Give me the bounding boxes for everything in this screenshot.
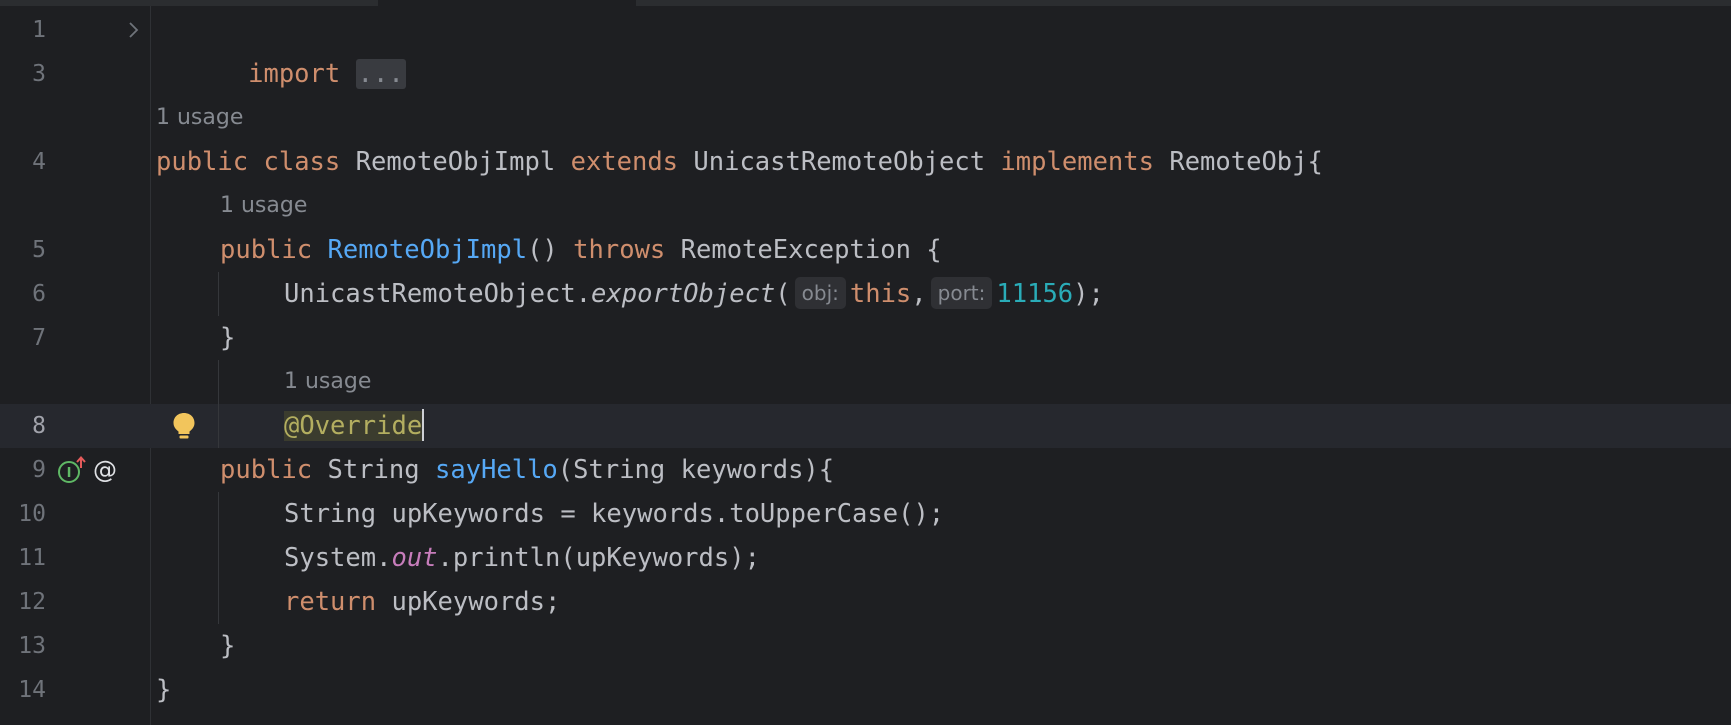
closing-brace: } [220,631,236,661]
param-hint-port: port: [930,277,993,309]
close-paren: ); [1073,279,1104,309]
code-line-13[interactable]: 13 } [0,624,1731,668]
line-number: 3 [32,61,46,87]
method-params: (String keywords){ [557,455,835,485]
line-number: 5 [32,237,46,263]
return-value: upKeywords; [376,587,561,617]
line-number: 10 [18,501,46,527]
keyword-implements: implements [1000,147,1154,177]
line-number: 14 [18,677,46,703]
indent-guide [218,360,219,448]
static-method: exportObject [591,279,776,309]
chevron-right-icon[interactable] [128,21,140,39]
method-name: sayHello [434,455,558,485]
code-line-8[interactable]: 8 @Override [0,404,1731,448]
code-line-7[interactable]: 7 } [0,316,1731,360]
closing-brace: } [220,323,236,353]
closing-brace: } [156,675,172,705]
editor-tab-strip [0,0,1731,6]
port-number: 11156 [996,279,1074,309]
keyword-public: public [156,147,249,177]
code-text: String upKeywords = keywords.toUpperCase… [284,499,945,529]
code-line-6[interactable]: 6 UnicastRemoteObject.exportObject(obj: t… [0,272,1731,316]
active-tab-indicator[interactable] [378,0,636,6]
usage-hint-method[interactable]: 1 usage [284,360,371,404]
constructor-name: RemoteObjImpl [327,235,528,265]
parent-class: UnicastRemoteObject [693,147,986,177]
line-number: 8 [32,413,46,439]
line-number: 6 [32,281,46,307]
indent-guide [218,492,219,624]
code-editor[interactable]: 1 import ... 3 1 usage 4 public class Re… [0,0,1731,725]
keyword-public: public [220,235,313,265]
system-class: System. [284,543,392,573]
code-line-1[interactable]: 1 import ... [0,8,1731,89]
text-caret [422,409,425,441]
line-number: 13 [18,633,46,659]
code-line-3[interactable]: 3 [0,52,1731,96]
usage-hint-row: 1 usage [0,96,1731,140]
svg-text:@: @ [93,456,117,484]
comma: , [911,279,927,309]
line-number: 12 [18,589,46,615]
usage-hint-row: 1 usage [0,360,1731,404]
annotation-icon[interactable]: @ [91,456,119,484]
code-line-9[interactable]: 9 I @ public String sayHello(String keyw… [0,448,1731,492]
class-name: RemoteObjImpl [355,147,556,177]
param-hint-obj: obj: [794,277,846,309]
override-annotation: @Override [284,411,423,441]
line-number: 7 [32,325,46,351]
lightbulb-icon[interactable] [171,411,197,441]
interface-name: RemoteObj{ [1169,147,1323,177]
code-line-12[interactable]: 12 return upKeywords; [0,580,1731,624]
code-line-14[interactable]: 14 } [0,668,1731,712]
keyword-throws: throws [573,235,666,265]
code-line-5[interactable]: 5 public RemoteObjImpl() throws RemoteEx… [0,228,1731,272]
svg-text:I: I [67,466,72,481]
code-line-11[interactable]: 11 System.out.println(upKeywords); [0,536,1731,580]
class-ref: UnicastRemoteObject. [284,279,592,309]
paren: () [527,235,558,265]
line-number: 4 [32,149,46,175]
keyword-return: return [284,587,377,617]
exception-type: RemoteException { [680,235,942,265]
code-line-10[interactable]: 10 String upKeywords = keywords.toUpperC… [0,492,1731,536]
line-number: 11 [18,545,46,571]
code-line-4[interactable]: 4 public class RemoteObjImpl extends Uni… [0,140,1731,184]
line-number: 1 [32,17,46,43]
usage-hint-class[interactable]: 1 usage [156,96,243,140]
open-paren: ( [775,279,791,309]
return-type: String [327,455,420,485]
keyword-extends: extends [570,147,679,177]
keyword-this: this [849,279,912,309]
line-number: 9 [32,457,46,483]
static-field-out: out [391,543,438,573]
implements-method-icon[interactable]: I [57,456,87,484]
println-call: .println(upKeywords); [437,543,760,573]
keyword-class: class [263,147,341,177]
indent-guide [218,272,219,316]
keyword-public: public [220,455,313,485]
usage-hint-constructor[interactable]: 1 usage [220,184,307,228]
usage-hint-row: 1 usage [0,184,1731,228]
